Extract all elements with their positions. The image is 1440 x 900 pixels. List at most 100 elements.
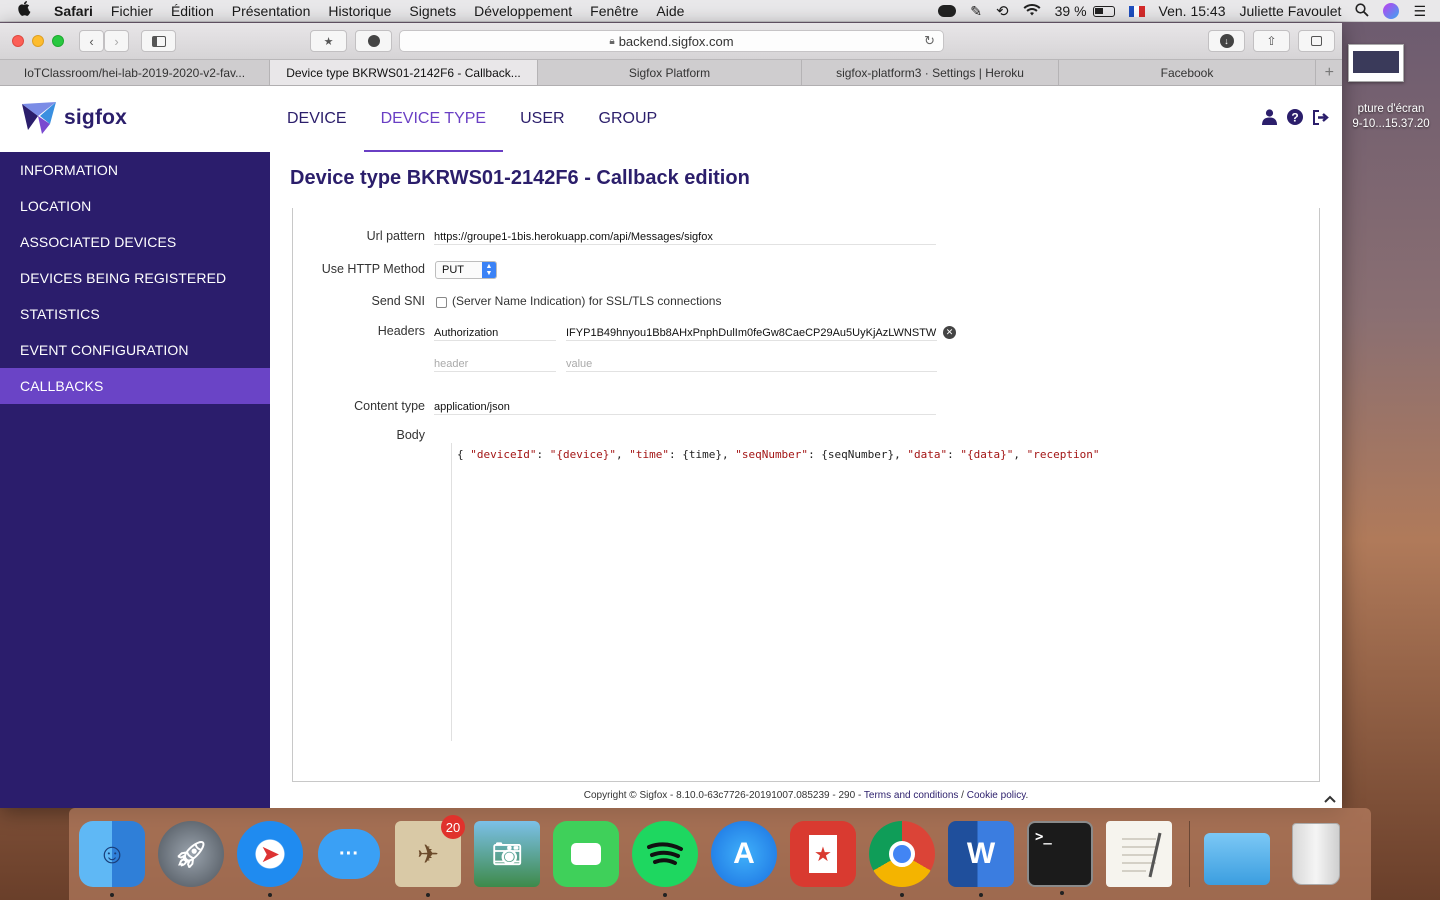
nav-device-type[interactable]: DEVICE TYPE	[363, 86, 504, 152]
sigfox-logo[interactable]: sigfox	[20, 102, 127, 134]
scroll-to-top-icon[interactable]	[1324, 792, 1336, 806]
content-type-input[interactable]: application/json	[434, 399, 936, 415]
menu-bar: Safari Fichier Édition Présentation Hist…	[0, 0, 1440, 22]
trash-icon[interactable]	[1283, 821, 1349, 887]
tab-sigfox-platform[interactable]: Sigfox Platform	[538, 60, 802, 85]
content-type-row: Content type	[293, 399, 425, 413]
new-tab-button[interactable]: +	[1316, 60, 1342, 85]
minimize-window-button[interactable]	[32, 35, 44, 47]
main-nav: DEVICE DEVICE TYPE USER GROUP	[270, 86, 674, 152]
notification-center-icon[interactable]: ☰	[1413, 3, 1426, 20]
close-window-button[interactable]	[12, 35, 24, 47]
body-code-editor[interactable]: { "deviceId": "{device}", "time": {time}…	[451, 443, 1153, 741]
photo-booth-icon[interactable]: 📷︎	[474, 821, 540, 887]
wifi-icon[interactable]	[1023, 3, 1041, 19]
nav-group[interactable]: GROUP	[582, 86, 675, 152]
back-button[interactable]: ‹	[79, 30, 104, 52]
sidebar-item-callbacks[interactable]: CALLBACKS	[0, 368, 270, 404]
chevron-right-icon: ›	[114, 33, 119, 49]
address-bar[interactable]: 🔒︎ backend.sigfox.com ↻	[399, 30, 944, 52]
desktop-screenshot-file-icon[interactable]	[1348, 44, 1404, 82]
wunderlist-icon[interactable]: ★	[790, 821, 856, 887]
sidebar-item-statistics[interactable]: STATISTICS	[0, 296, 270, 332]
spotlight-search-icon[interactable]	[1355, 2, 1370, 20]
launchpad-icon[interactable]: 🚀︎	[158, 821, 224, 887]
remove-header-icon[interactable]: ✕	[943, 326, 956, 339]
safari-app-icon[interactable]: ➤	[237, 821, 303, 897]
time-machine-icon[interactable]: ⟲	[996, 2, 1009, 20]
spotify-icon[interactable]	[632, 821, 698, 897]
chrome-icon[interactable]	[869, 821, 935, 897]
tab-heroku[interactable]: sigfox-platform3 · Settings | Heroku	[802, 60, 1059, 85]
textedit-icon[interactable]	[1106, 821, 1172, 887]
facetime-icon[interactable]	[553, 821, 619, 887]
tabs-icon	[1311, 36, 1322, 46]
word-icon[interactable]: W	[948, 821, 1014, 897]
sidebar-item-event-configuration[interactable]: EVENT CONFIGURATION	[0, 332, 270, 368]
sidebar-item-devices-being-registered[interactable]: DEVICES BEING REGISTERED	[0, 260, 270, 296]
french-flag-icon[interactable]	[1128, 5, 1145, 17]
nav-device[interactable]: DEVICE	[270, 86, 364, 152]
new-header-value-input[interactable]: value	[566, 356, 937, 372]
mail-icon[interactable]: ✈︎ 20	[395, 815, 465, 897]
menu-item-edition[interactable]: Édition	[171, 3, 214, 19]
help-icon[interactable]: ?	[1286, 108, 1304, 126]
body-row: Body	[293, 428, 426, 442]
menu-item-signets[interactable]: Signets	[409, 3, 456, 19]
battery-icon[interactable]	[1092, 5, 1115, 17]
send-sni-description: (Server Name Indication) for SSL/TLS con…	[452, 294, 722, 308]
logout-icon[interactable]	[1312, 108, 1330, 126]
siri-icon[interactable]	[1383, 3, 1400, 19]
privacy-extension-button[interactable]	[355, 30, 392, 52]
header-name-input[interactable]: Authorization	[434, 325, 556, 341]
glasses-status-icon[interactable]	[938, 5, 957, 17]
tabs-overview-button[interactable]	[1298, 30, 1335, 52]
send-sni-row: Send SNI	[293, 294, 425, 308]
user-profile-icon[interactable]	[1260, 108, 1278, 126]
nav-user[interactable]: USER	[503, 86, 581, 152]
cookie-policy-link[interactable]: Cookie policy	[967, 790, 1026, 801]
tab-sigfox-callback[interactable]: Device type BKRWS01-2142F6 - Callback...	[270, 60, 538, 85]
app-store-icon[interactable]: A	[711, 821, 777, 887]
menu-app-name[interactable]: Safari	[54, 3, 93, 19]
content-type-label: Content type	[354, 399, 425, 413]
sidebar-item-information[interactable]: INFORMATION	[0, 152, 270, 188]
mail-unread-badge: 20	[441, 815, 465, 839]
http-method-value: PUT	[442, 264, 464, 276]
main-content: Device type BKRWS01-2142F6 - Callback ed…	[270, 152, 1342, 808]
menu-item-fichier[interactable]: Fichier	[111, 3, 153, 19]
share-button[interactable]: ⇧	[1253, 30, 1290, 52]
evernote-status-icon[interactable]: ✎	[970, 3, 982, 20]
reload-icon[interactable]: ↻	[924, 33, 935, 49]
clock[interactable]: Ven. 15:43	[1159, 3, 1226, 19]
http-method-row: Use HTTP Method	[293, 262, 425, 276]
menu-item-developpement[interactable]: Développement	[474, 3, 572, 19]
sidebar-item-associated-devices[interactable]: ASSOCIATED DEVICES	[0, 224, 270, 260]
terms-link[interactable]: Terms and conditions	[864, 790, 959, 801]
desktop-screenshot-file-label[interactable]: pture d'écran 9-10...15.37.20	[1342, 102, 1440, 132]
downloads-folder-icon[interactable]	[1204, 833, 1270, 885]
menu-item-fenetre[interactable]: Fenêtre	[590, 3, 638, 19]
user-name[interactable]: Juliette Favoulet	[1239, 3, 1341, 19]
tab-facebook[interactable]: Facebook	[1059, 60, 1316, 85]
menu-item-presentation[interactable]: Présentation	[232, 3, 311, 19]
tab-github[interactable]: IoTClassroom/hei-lab-2019-2020-v2-fav...	[0, 60, 270, 85]
header-value-input[interactable]: IFYP1B49hnyou1Bb8AHxPnphDulIm0feGw8CaeCP…	[566, 325, 937, 341]
messages-icon[interactable]: ···	[316, 821, 382, 887]
zoom-window-button[interactable]	[52, 35, 64, 47]
menu-item-aide[interactable]: Aide	[656, 3, 684, 19]
sidebar-item-location[interactable]: LOCATION	[0, 188, 270, 224]
finder-icon[interactable]: ☺	[79, 821, 145, 897]
bookmarks-button[interactable]: ★	[310, 30, 347, 52]
battery-percent[interactable]: 39 %	[1055, 3, 1087, 19]
sidebar-toggle-button[interactable]	[141, 30, 176, 52]
new-header-name-input[interactable]: header	[434, 356, 556, 372]
apple-menu-icon[interactable]	[18, 0, 36, 21]
forward-button[interactable]: ›	[104, 30, 129, 52]
send-sni-checkbox[interactable]	[436, 297, 447, 308]
downloads-button[interactable]: ↓	[1208, 30, 1245, 52]
http-method-select[interactable]: PUT ▲ ▼	[435, 261, 497, 279]
menu-item-historique[interactable]: Historique	[328, 3, 391, 19]
url-pattern-input[interactable]: https://groupe1-1bis.herokuapp.com/api/M…	[434, 229, 936, 245]
terminal-icon[interactable]: >_	[1027, 821, 1093, 895]
